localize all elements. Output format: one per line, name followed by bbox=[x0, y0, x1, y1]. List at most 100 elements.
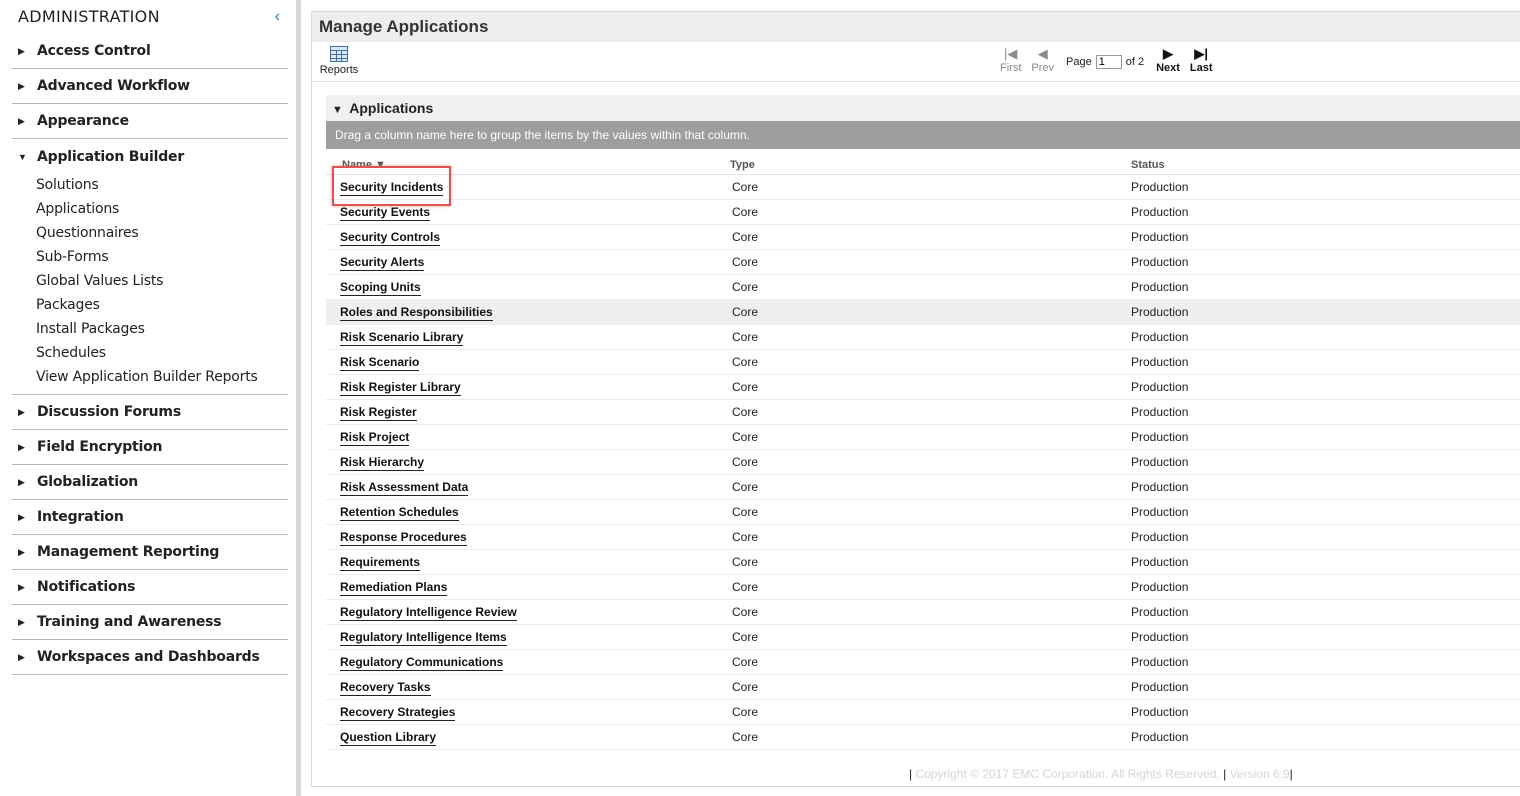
caret-right-icon: ▶ bbox=[18, 511, 25, 522]
reports-label: Reports bbox=[319, 64, 359, 76]
sidebar-item-training-and-awareness[interactable]: ▶ Training and Awareness bbox=[12, 605, 288, 640]
cell-status: Production bbox=[1131, 405, 1189, 419]
application-link[interactable]: Risk Assessment Data bbox=[340, 480, 469, 496]
sidebar-item-label: Training and Awareness bbox=[37, 614, 222, 630]
cell-status: Production bbox=[1131, 305, 1189, 319]
last-page-label: Last bbox=[1189, 62, 1213, 74]
sidebar-item-management-reporting[interactable]: ▶ Management Reporting bbox=[12, 535, 288, 570]
cell-type: Core bbox=[732, 280, 759, 294]
caret-right-icon: ▶ bbox=[18, 581, 25, 592]
cell-status: Production bbox=[1131, 580, 1189, 594]
grid-body: Security Incidents Core Production Security… bbox=[326, 175, 1520, 750]
collapse-sidebar-icon[interactable]: ‹ bbox=[275, 8, 280, 26]
sidebar-item-discussion-forums[interactable]: ▶ Discussion Forums bbox=[12, 395, 288, 430]
application-link[interactable]: Regulatory Intelligence Review bbox=[340, 605, 517, 621]
application-link[interactable]: Question Library bbox=[340, 730, 437, 746]
sidebar-item-advanced-workflow[interactable]: ▶ Advanced Workflow bbox=[12, 69, 288, 104]
prev-page-icon: ◀ bbox=[1037, 46, 1048, 61]
column-header-type[interactable]: Type bbox=[728, 159, 1129, 171]
cell-name: Security Events bbox=[326, 205, 728, 221]
cell-status: Production bbox=[1131, 205, 1189, 219]
application-link[interactable]: Retention Schedules bbox=[340, 505, 459, 521]
reports-button[interactable]: Reports bbox=[318, 46, 360, 76]
application-link[interactable]: Recovery Strategies bbox=[340, 705, 456, 721]
page-label: Page bbox=[1066, 56, 1092, 68]
application-link[interactable]: Risk Register bbox=[340, 405, 417, 421]
application-link[interactable]: Security Alerts bbox=[340, 255, 425, 271]
application-link[interactable]: Security Controls bbox=[340, 230, 441, 246]
cell-name: Scoping Units bbox=[326, 280, 728, 296]
table-row: Risk Project Core Production bbox=[326, 425, 1520, 450]
sidebar-item-label: Management Reporting bbox=[37, 544, 220, 560]
group-by-drop-zone[interactable]: Drag a column name here to group the ite… bbox=[326, 121, 1520, 149]
cell-status: Production bbox=[1131, 505, 1189, 519]
sidebar-item-globalization[interactable]: ▶ Globalization bbox=[12, 465, 288, 500]
sidebar-subitem-packages[interactable]: Packages bbox=[12, 294, 288, 318]
cell-name: Recovery Strategies bbox=[326, 705, 728, 721]
column-header-status[interactable]: Status bbox=[1129, 159, 1165, 171]
caret-down-icon: ▼ bbox=[18, 151, 27, 162]
application-link[interactable]: Risk Hierarchy bbox=[340, 455, 425, 471]
cell-type: Core bbox=[732, 305, 759, 319]
sidebar-subitem-schedules[interactable]: Schedules bbox=[12, 342, 288, 366]
application-link[interactable]: Security Events bbox=[340, 205, 431, 221]
cell-status: Production bbox=[1131, 455, 1189, 469]
table-row: Security Alerts Core Production bbox=[326, 250, 1520, 275]
application-link[interactable]: Remediation Plans bbox=[340, 580, 448, 596]
application-link[interactable]: Recovery Tasks bbox=[340, 680, 431, 696]
sidebar-item-notifications[interactable]: ▶ Notifications bbox=[12, 570, 288, 605]
caret-right-icon: ▶ bbox=[18, 476, 25, 487]
cell-status: Production bbox=[1131, 380, 1189, 394]
table-row: Security Incidents Core Production bbox=[326, 175, 1520, 200]
caret-right-icon: ▶ bbox=[18, 45, 25, 56]
sidebar-item-field-encryption[interactable]: ▶ Field Encryption bbox=[12, 430, 288, 465]
sidebar-item-label: Integration bbox=[37, 509, 124, 525]
sidebar-subitem-sub-forms[interactable]: Sub-Forms bbox=[12, 246, 288, 270]
application-link[interactable]: Regulatory Intelligence Items bbox=[340, 630, 507, 646]
cell-type: Core bbox=[732, 330, 759, 344]
sidebar-item-access-control[interactable]: ▶ Access Control bbox=[12, 34, 288, 69]
manage-applications-panel: Manage Applications Reports |◀ First ◀ P… bbox=[311, 11, 1520, 787]
sidebar-subitem-questionnaires[interactable]: Questionnaires bbox=[12, 222, 288, 246]
application-link[interactable]: Roles and Responsibilities bbox=[340, 305, 493, 321]
cell-name: Risk Hierarchy bbox=[326, 455, 728, 471]
sidebar-subitem-global-values-lists[interactable]: Global Values Lists bbox=[12, 270, 288, 294]
sidebar-item-workspaces-and-dashboards[interactable]: ▶ Workspaces and Dashboards bbox=[12, 640, 288, 675]
sidebar-item-integration[interactable]: ▶ Integration bbox=[12, 500, 288, 535]
application-link[interactable]: Risk Register Library bbox=[340, 380, 461, 396]
table-row: Response Procedures Core Production bbox=[326, 525, 1520, 550]
sidebar-subitem-solutions[interactable]: Solutions bbox=[12, 174, 288, 198]
application-link[interactable]: Security Incidents bbox=[340, 180, 444, 196]
next-page-button[interactable]: ▶ Next bbox=[1156, 46, 1180, 74]
application-link[interactable]: Regulatory Communications bbox=[340, 655, 504, 671]
applications-section-header[interactable]: ▼ Applications bbox=[326, 95, 1520, 121]
page-number-input[interactable] bbox=[1095, 55, 1122, 69]
sidebar-subitem-install-packages[interactable]: Install Packages bbox=[12, 318, 288, 342]
caret-right-icon: ▶ bbox=[18, 616, 25, 627]
first-page-button[interactable]: |◀ First bbox=[1000, 46, 1021, 74]
last-page-button[interactable]: ▶| Last bbox=[1190, 46, 1213, 74]
sidebar-item-label: Application Builder bbox=[37, 148, 185, 165]
table-row: Regulatory Intelligence Review Core Produc… bbox=[326, 600, 1520, 625]
sidebar-item-appearance[interactable]: ▶ Appearance bbox=[12, 104, 288, 139]
cell-type: Core bbox=[732, 680, 759, 694]
application-link[interactable]: Risk Scenario bbox=[340, 355, 420, 371]
application-link[interactable]: Scoping Units bbox=[340, 280, 421, 296]
cell-status: Production bbox=[1131, 605, 1189, 619]
sidebar-subitem-view-application-builder-reports[interactable]: View Application Builder Reports bbox=[12, 366, 288, 390]
sidebar-item-application-builder[interactable]: ▼ Application Builder bbox=[12, 139, 288, 174]
first-page-icon: |◀ bbox=[1004, 46, 1018, 61]
table-row: Recovery Strategies Core Production bbox=[326, 700, 1520, 725]
application-link[interactable]: Risk Project bbox=[340, 430, 410, 446]
cell-type: Core bbox=[732, 630, 759, 644]
table-row: Regulatory Intelligence Items Core Product… bbox=[326, 625, 1520, 650]
prev-page-button[interactable]: ◀ Prev bbox=[1031, 46, 1054, 74]
cell-type: Core bbox=[732, 205, 759, 219]
application-link[interactable]: Response Procedures bbox=[340, 530, 467, 546]
sidebar-subitem-applications[interactable]: Applications bbox=[12, 198, 288, 222]
application-link[interactable]: Risk Scenario Library bbox=[340, 330, 464, 346]
application-link[interactable]: Requirements bbox=[340, 555, 421, 571]
cell-status: Production bbox=[1131, 355, 1189, 369]
applications-section-title: Applications bbox=[349, 100, 434, 116]
column-header-name[interactable]: Name ▼ bbox=[326, 159, 728, 171]
